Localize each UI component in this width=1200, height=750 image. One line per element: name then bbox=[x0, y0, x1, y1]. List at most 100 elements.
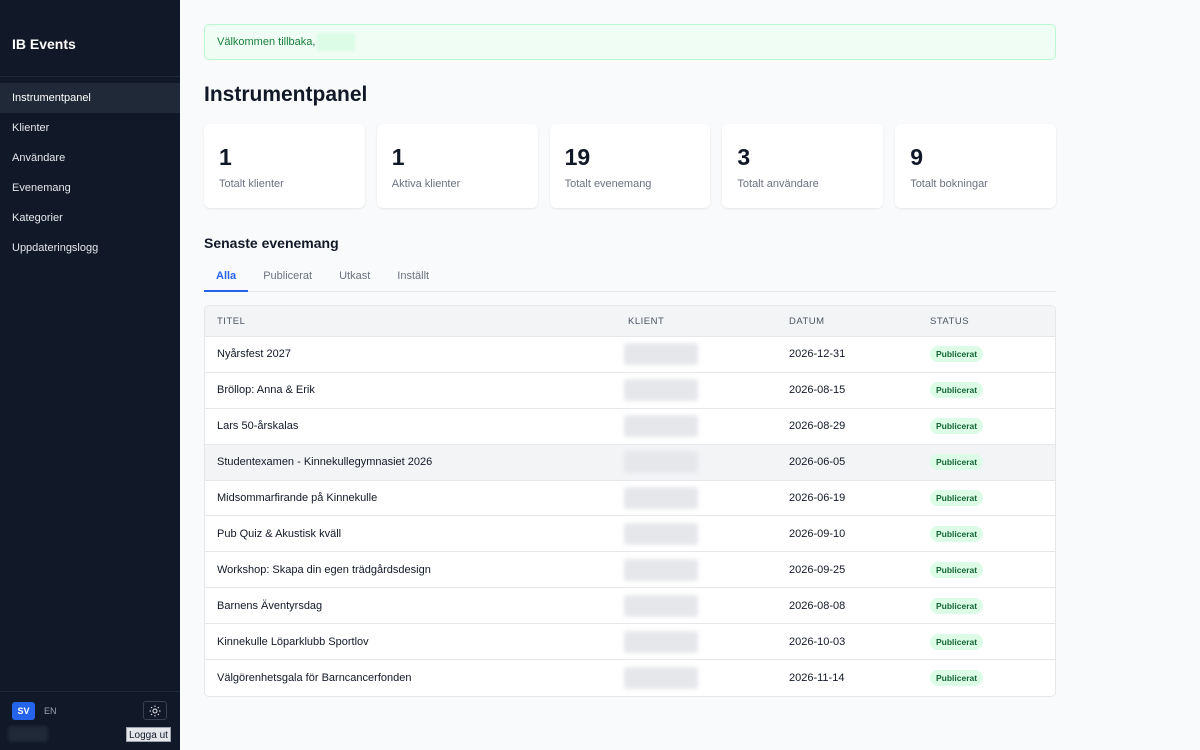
stat-value: 1 bbox=[391, 144, 405, 170]
events-table: TITEL KLIENT DATUM STATUS Nyårsfest 2027… bbox=[204, 305, 1056, 697]
column-header-status[interactable]: STATUS bbox=[918, 316, 1055, 327]
client-name-redacted bbox=[624, 415, 698, 438]
welcome-user-name-redacted bbox=[317, 33, 356, 51]
event-status-cell: Publicerat bbox=[918, 454, 1055, 471]
event-date: 2026-08-29 bbox=[789, 420, 846, 433]
sidebar-footer: SV EN Logga ut bbox=[0, 691, 180, 750]
stat-card-total-events: 19 Totalt evenemang bbox=[549, 124, 711, 208]
event-title[interactable]: Välgörenhetsgala för Barncancerfonden bbox=[205, 672, 616, 684]
tab-utkast[interactable]: Utkast bbox=[327, 269, 382, 292]
column-header-client[interactable]: KLIENT bbox=[616, 316, 777, 327]
event-client-cell bbox=[616, 415, 777, 438]
app-title[interactable]: IB Events bbox=[12, 36, 168, 52]
status-badge: Publicerat bbox=[930, 525, 984, 542]
event-date: 2026-09-10 bbox=[789, 527, 846, 540]
recent-events-title: Senaste evenemang bbox=[204, 235, 339, 251]
sidebar-item-klienter[interactable]: Klienter bbox=[0, 113, 180, 143]
stat-label: Aktiva klienter bbox=[391, 178, 461, 190]
table-row[interactable]: Barnens Äventyrsdag 2026-08-08 Publicera… bbox=[205, 588, 1055, 625]
event-client-cell bbox=[616, 558, 777, 581]
client-name-redacted bbox=[624, 451, 698, 474]
status-badge: Publicerat bbox=[930, 454, 984, 471]
event-title[interactable]: Pub Quiz & Akustisk kväll bbox=[205, 528, 616, 540]
tab-installt[interactable]: Inställt bbox=[385, 269, 441, 292]
theme-toggle-button[interactable] bbox=[143, 701, 167, 720]
event-title[interactable]: Midsommarfirande på Kinnekulle bbox=[205, 492, 616, 504]
event-client-cell bbox=[616, 594, 777, 617]
sidebar-item-anvandare[interactable]: Användare bbox=[0, 143, 180, 173]
event-date: 2026-06-05 bbox=[789, 456, 846, 469]
event-date: 2026-12-31 bbox=[789, 348, 846, 361]
stat-value: 3 bbox=[737, 144, 751, 170]
user-name-redacted bbox=[8, 726, 48, 742]
event-title[interactable]: Barnens Äventyrsdag bbox=[205, 600, 616, 612]
table-row[interactable]: Workshop: Skapa din egen trädgårdsdesign… bbox=[205, 552, 1055, 589]
table-header: TITEL KLIENT DATUM STATUS bbox=[205, 306, 1055, 337]
event-filter-tabs: Alla Publicerat Utkast Inställt bbox=[204, 269, 1056, 292]
tab-alla[interactable]: Alla bbox=[204, 269, 249, 292]
column-header-title[interactable]: TITEL bbox=[205, 316, 616, 327]
event-date: 2026-06-19 bbox=[789, 492, 846, 504]
sun-icon bbox=[149, 705, 161, 716]
stat-label: Totalt bokningar bbox=[910, 178, 988, 190]
status-badge: Publicerat bbox=[930, 418, 984, 435]
table-row[interactable]: Nyårsfest 2027 2026-12-31 Publicerat bbox=[205, 337, 1055, 373]
logout-button[interactable]: Logga ut bbox=[126, 727, 171, 742]
welcome-banner: Välkommen tillbaka, bbox=[204, 24, 1056, 60]
stat-value: 1 bbox=[219, 144, 232, 170]
event-title[interactable]: Bröllop: Anna & Erik bbox=[205, 384, 616, 396]
event-date: 2026-09-25 bbox=[789, 563, 846, 576]
status-badge: Publicerat bbox=[930, 490, 984, 506]
event-client-cell bbox=[616, 666, 777, 689]
client-name-redacted bbox=[624, 522, 698, 545]
sidebar-item-kategorier[interactable]: Kategorier bbox=[0, 203, 180, 233]
table-row[interactable]: Bröllop: Anna & Erik 2026-08-15 Publicer… bbox=[205, 373, 1055, 409]
event-status-cell: Publicerat bbox=[918, 490, 1055, 506]
welcome-text: Välkommen tillbaka, bbox=[217, 36, 316, 48]
event-client-cell bbox=[616, 522, 777, 545]
column-header-date[interactable]: DATUM bbox=[777, 316, 918, 327]
language-sv-button[interactable]: SV bbox=[12, 702, 35, 720]
event-date: 2026-08-08 bbox=[789, 599, 846, 612]
stats-row: 1 Totalt klienter 1 Aktiva klienter 19 T… bbox=[204, 124, 1056, 208]
event-title[interactable]: Studentexamen - Kinnekullegymnasiet 2026 bbox=[205, 456, 616, 468]
table-row[interactable]: Kinnekulle Löparklubb Sportlov 2026-10-0… bbox=[205, 624, 1055, 661]
event-title[interactable]: Workshop: Skapa din egen trädgårdsdesign bbox=[205, 564, 616, 576]
status-badge: Publicerat bbox=[930, 346, 984, 363]
stat-value: 19 bbox=[564, 144, 591, 170]
status-badge: Publicerat bbox=[930, 382, 984, 399]
event-status-cell: Publicerat bbox=[918, 382, 1055, 399]
event-title[interactable]: Nyårsfest 2027 bbox=[205, 348, 616, 360]
event-date: 2026-11-14 bbox=[789, 671, 845, 684]
event-date: 2026-10-03 bbox=[789, 635, 846, 648]
sidebar-item-evenemang[interactable]: Evenemang bbox=[0, 173, 180, 203]
event-client-cell bbox=[616, 451, 777, 474]
client-name-redacted bbox=[624, 594, 698, 617]
client-name-redacted bbox=[624, 379, 698, 402]
table-row[interactable]: Studentexamen - Kinnekullegymnasiet 2026… bbox=[205, 444, 1055, 481]
stat-value: 9 bbox=[910, 144, 923, 170]
table-row[interactable]: Välgörenhetsgala för Barncancerfonden 20… bbox=[205, 660, 1055, 696]
table-row[interactable]: Lars 50-årskalas 2026-08-29 Publicerat bbox=[205, 409, 1055, 445]
client-name-redacted bbox=[624, 630, 698, 653]
sidebar-nav: Instrumentpanel Klienter Användare Evene… bbox=[0, 83, 180, 263]
client-name-redacted bbox=[624, 558, 698, 581]
event-title[interactable]: Kinnekulle Löparklubb Sportlov bbox=[205, 636, 616, 648]
stat-card-total-bookings: 9 Totalt bokningar bbox=[895, 124, 1056, 208]
sidebar-item-uppdateringslogg[interactable]: Uppdateringslogg bbox=[0, 233, 180, 263]
table-row[interactable]: Midsommarfirande på Kinnekulle 2026-06-1… bbox=[205, 481, 1055, 517]
event-client-cell bbox=[616, 487, 777, 509]
stat-label: Totalt användare bbox=[737, 178, 819, 190]
sidebar-item-instrumentpanel[interactable]: Instrumentpanel bbox=[0, 83, 180, 113]
status-badge: Publicerat bbox=[930, 633, 984, 650]
sidebar: IB Events Instrumentpanel Klienter Använ… bbox=[0, 0, 180, 750]
event-client-cell bbox=[616, 379, 777, 402]
tab-publicerat[interactable]: Publicerat bbox=[251, 269, 324, 292]
language-en-button[interactable]: EN bbox=[44, 702, 57, 720]
stat-label: Totalt evenemang bbox=[564, 178, 652, 190]
table-row[interactable]: Pub Quiz & Akustisk kväll 2026-09-10 Pub… bbox=[205, 516, 1055, 553]
client-name-redacted bbox=[624, 343, 698, 366]
event-title[interactable]: Lars 50-årskalas bbox=[205, 420, 616, 432]
event-date: 2026-08-15 bbox=[789, 384, 846, 397]
event-status-cell: Publicerat bbox=[918, 561, 1055, 578]
